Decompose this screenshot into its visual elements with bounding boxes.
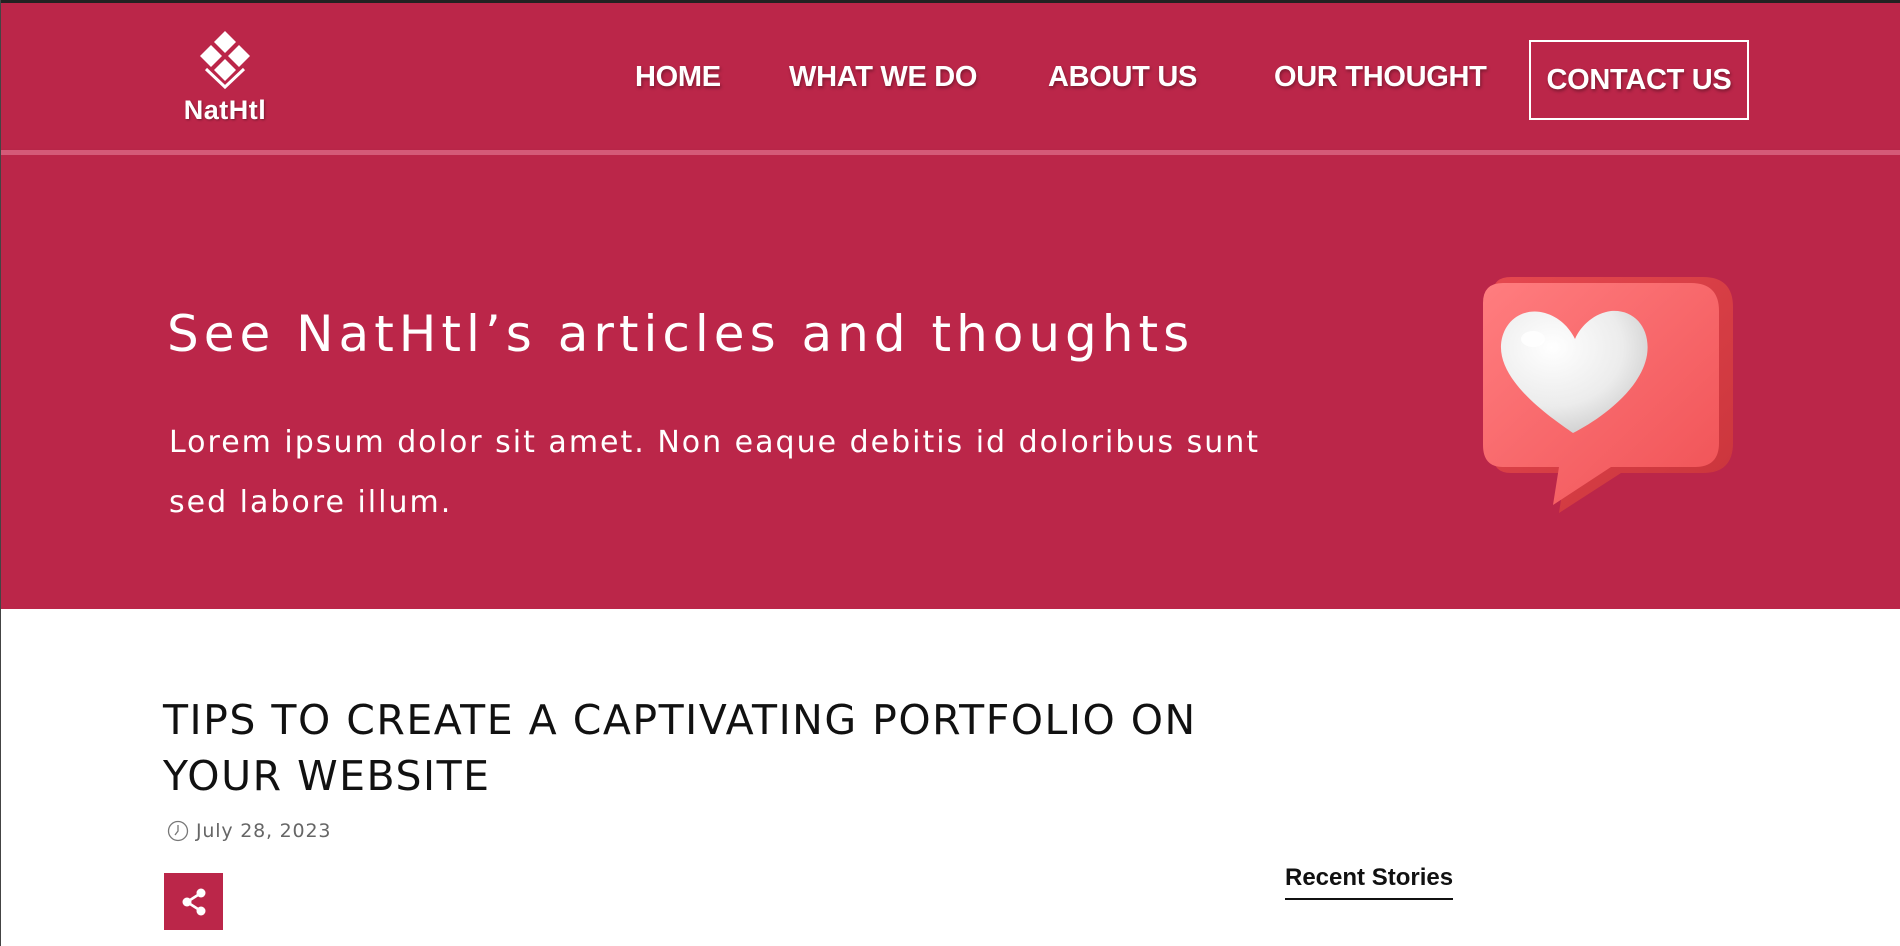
- hero-banner: See NatHtl’s articles and thoughts Lorem…: [1, 155, 1900, 609]
- share-icon: [182, 888, 205, 915]
- hero-title: See NatHtl’s articles and thoughts: [167, 305, 1195, 363]
- nav-home[interactable]: HOME: [635, 61, 721, 94]
- share-button[interactable]: [164, 873, 223, 930]
- article-date: July 28, 2023: [196, 820, 332, 842]
- site-header: NatHtl HOME WHAT WE DO ABOUT US OUR THOU…: [1, 3, 1900, 151]
- heart-speech-bubble-icon: [1483, 277, 1733, 513]
- clock-icon: [167, 820, 189, 842]
- nav-our-thought[interactable]: OUR THOUGHT: [1274, 61, 1487, 94]
- article-title: TIPS TO CREATE A CAPTIVATING PORTFOLIO O…: [163, 696, 1197, 800]
- logo-text: NatHtl: [183, 95, 267, 125]
- logo[interactable]: NatHtl: [173, 29, 277, 139]
- nav-contact-us-button[interactable]: CONTACT US: [1529, 40, 1749, 120]
- diamond-logo-icon: [200, 31, 250, 90]
- hero-description: Lorem ipsum dolor sit amet. Non eaque de…: [169, 425, 1261, 520]
- nav-about-us[interactable]: ABOUT US: [1048, 61, 1197, 94]
- article-meta: July 28, 2023: [167, 820, 331, 842]
- nav-what-we-do[interactable]: WHAT WE DO: [789, 61, 977, 94]
- recent-stories-heading: Recent Stories: [1285, 864, 1454, 900]
- page: NatHtl HOME WHAT WE DO ABOUT US OUR THOU…: [0, 0, 1900, 946]
